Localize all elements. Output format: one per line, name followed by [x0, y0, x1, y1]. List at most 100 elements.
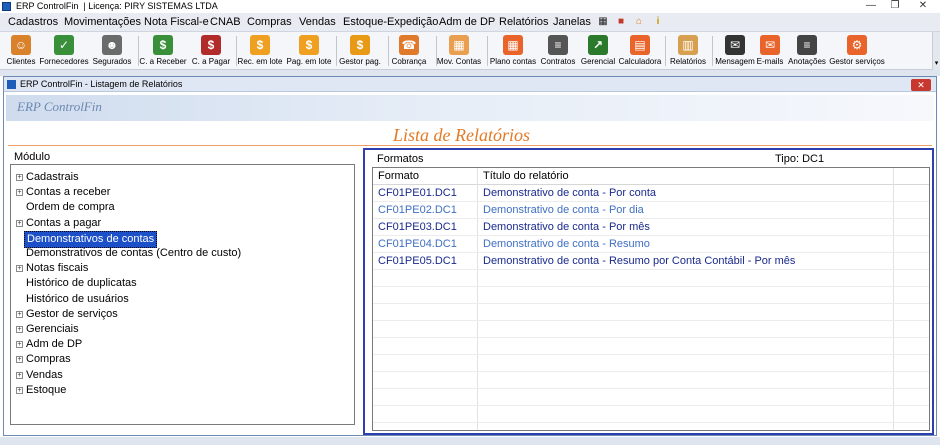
tree-item[interactable]: Histórico de usuários — [11, 292, 354, 307]
expand-icon[interactable]: + — [16, 174, 23, 181]
expand-icon[interactable]: + — [16, 189, 23, 197]
chart-of-accounts-icon: ▦ — [503, 35, 523, 55]
tree-item[interactable]: + Notas fiscais — [11, 261, 354, 276]
menu-adm-dp[interactable]: Adm de DP — [439, 13, 495, 32]
services-manager-icon: ⚙ — [847, 35, 867, 55]
toolbar-button-label: Segurados — [92, 57, 132, 66]
menu-estoque-expedicao[interactable]: Estoque-Expedição — [343, 13, 438, 32]
app-logo-icon — [2, 2, 11, 11]
menu-cnab[interactable]: CNAB — [210, 13, 241, 32]
toolbar-button-anota-es[interactable]: ≡ Anotações — [785, 33, 829, 69]
menu-nota-fiscal[interactable]: Nota Fiscal-e — [144, 13, 209, 32]
tree-item[interactable]: Demonstrativos de contas (Centro de cust… — [11, 246, 354, 261]
calculator-icon[interactable]: ▦ — [597, 16, 609, 28]
toolbar-button-cobran-a[interactable]: ☎ Cobrança — [387, 33, 431, 69]
lock-icon[interactable]: ■ — [615, 16, 627, 28]
menu-vendas[interactable]: Vendas — [299, 13, 336, 32]
suppliers-icon: ✓ — [54, 35, 74, 55]
tree-item[interactable]: + Contas a pagar — [11, 216, 354, 231]
menu-relatorios[interactable]: Relatórios — [499, 13, 549, 32]
toolbar-separator — [336, 36, 337, 66]
toolbar-button-gestor-pag[interactable]: $ Gestor pag. — [338, 33, 382, 69]
expand-icon[interactable]: + — [16, 386, 23, 394]
toolbar-button-rec-em-lote[interactable]: $ Rec. em lote — [238, 33, 282, 69]
menu-cadastros[interactable]: Cadastros — [8, 13, 58, 32]
tree-item[interactable]: + Gestor de serviços — [11, 307, 354, 322]
format-code-cell: CF01PE02.DC1 — [378, 204, 457, 216]
expand-icon[interactable]: + — [16, 310, 23, 318]
table-row[interactable]: CF01PE04.DC1 Demonstrativo de conta - Res… — [373, 236, 929, 253]
expand-icon[interactable]: + — [16, 341, 23, 349]
toolbar-separator — [138, 36, 139, 66]
toolbar-button-label: Pag. em lote — [286, 57, 332, 66]
tree-item[interactable]: Histórico de duplicatas — [11, 276, 354, 291]
grid-header — [373, 168, 929, 185]
clients-icon: ☺ — [11, 35, 31, 55]
table-row — [373, 372, 929, 389]
toolbar-button-pag-em-lote[interactable]: $ Pag. em lote — [287, 33, 331, 69]
menu-compras[interactable]: Compras — [247, 13, 292, 32]
toolbar-button-label: C. a Pagar — [191, 57, 231, 66]
tree-item-label: Contas a receber — [26, 186, 111, 199]
toolbar-button-mov-contas[interactable]: ▦ Mov. Contas — [437, 33, 481, 69]
toolbar-button-relat-rios[interactable]: ▥ Relatórios — [666, 33, 710, 69]
tree-item[interactable]: + Cadastrais — [11, 170, 354, 185]
home-icon[interactable]: ⌂ — [633, 16, 645, 28]
tree-item[interactable]: Demonstrativos de contas — [11, 230, 354, 248]
email-icon: ✉ — [760, 35, 780, 55]
tree-item-label: Gestor de serviços — [26, 307, 118, 320]
toolbar-button-plano-contas[interactable]: ▦ Plano contas — [490, 33, 536, 69]
close-app-button[interactable]: ✕ — [912, 0, 934, 13]
expand-icon[interactable]: + — [16, 356, 23, 364]
brand-band: ERP ControlFin — [6, 95, 934, 121]
toolbar-button-c-a-receber[interactable]: $ C. a Receber — [139, 33, 187, 69]
module-tree[interactable]: + Cadastrais + Contas a receber Ordem de com… — [10, 164, 355, 425]
toolbar-button-segurados[interactable]: ☻ Segurados — [90, 33, 134, 69]
tree-item[interactable]: + Gerenciais — [11, 322, 354, 337]
toolbar-button-gestor-servi-os[interactable]: ⚙ Gestor serviços — [829, 33, 885, 69]
formats-header: Formatos Tipo: DC1 — [367, 152, 930, 166]
page-title: Lista de Relatórios — [393, 125, 531, 145]
formats-grid[interactable]: Formato Título do relatório CF01PE01.DC1… — [372, 167, 930, 440]
toolbar-separator — [236, 36, 237, 66]
tree-item[interactable]: + Estoque — [11, 383, 354, 398]
expand-icon[interactable]: + — [16, 326, 23, 333]
table-row[interactable]: CF01PE01.DC1 Demonstrativo de conta - Por… — [373, 185, 929, 202]
report-list-window: ERP ControlFin - Listagem de Relatórios … — [3, 76, 937, 440]
toolbar-button-label: Gestor pag. — [339, 57, 381, 66]
tree-item[interactable]: + Contas a receber — [11, 185, 354, 200]
tree-item[interactable]: + Vendas — [11, 368, 354, 383]
tree-item[interactable]: Ordem de compra — [11, 200, 354, 215]
restore-button[interactable]: ❐ — [884, 0, 906, 13]
title-divider — [8, 145, 932, 146]
app-window: ERP ControlFin | Licença: PIRY SISTEMAS … — [0, 0, 940, 445]
table-row[interactable]: CF01PE02.DC1 Demonstrativo de conta - Por… — [373, 202, 929, 219]
table-row[interactable]: CF01PE03.DC1 Demonstrativo de conta - Por… — [373, 219, 929, 236]
toolbar-scroll-button[interactable]: ▾ — [932, 32, 940, 70]
table-row[interactable]: CF01PE05.DC1 Demonstrativo de conta - Res… — [373, 253, 929, 270]
toolbar-button-fornecedores[interactable]: ✓ Fornecedores — [39, 33, 89, 69]
column-header-titulo[interactable]: Título do relatório — [483, 168, 569, 185]
table-row — [373, 287, 929, 304]
child-window-title: ERP ControlFin - Listagem de Relatórios — [20, 79, 183, 89]
info-icon[interactable]: i — [652, 16, 664, 28]
close-window-button[interactable]: ✕ — [911, 79, 931, 91]
expand-icon[interactable]: + — [16, 219, 23, 227]
management-chart-icon: ↗ — [588, 35, 608, 55]
tree-item[interactable]: + Adm de DP — [11, 337, 354, 352]
tree-item-label: Contas a pagar — [26, 216, 102, 229]
toolbar-button-c-a-pagar[interactable]: $ C. a Pagar — [189, 33, 233, 69]
menu-movimentacoes[interactable]: Movimentações — [64, 13, 141, 32]
tree-item-label: Cadastrais — [26, 171, 79, 183]
format-code-cell: CF01PE01.DC1 — [378, 187, 457, 199]
tree-item[interactable]: + Compras — [11, 352, 354, 367]
column-header-formato[interactable]: Formato — [378, 168, 419, 185]
toolbar-separator — [388, 36, 389, 66]
minimize-button[interactable]: — — [860, 0, 882, 13]
expand-icon[interactable]: + — [16, 265, 23, 273]
window-icon — [7, 80, 16, 89]
menu-janelas[interactable]: Janelas — [553, 13, 591, 32]
expand-icon[interactable]: + — [16, 371, 23, 379]
toolbar-button-calculadora[interactable]: ▤ Calculadora — [618, 33, 662, 69]
report-title-cell: Demonstrativo de conta - Por conta — [483, 187, 657, 199]
